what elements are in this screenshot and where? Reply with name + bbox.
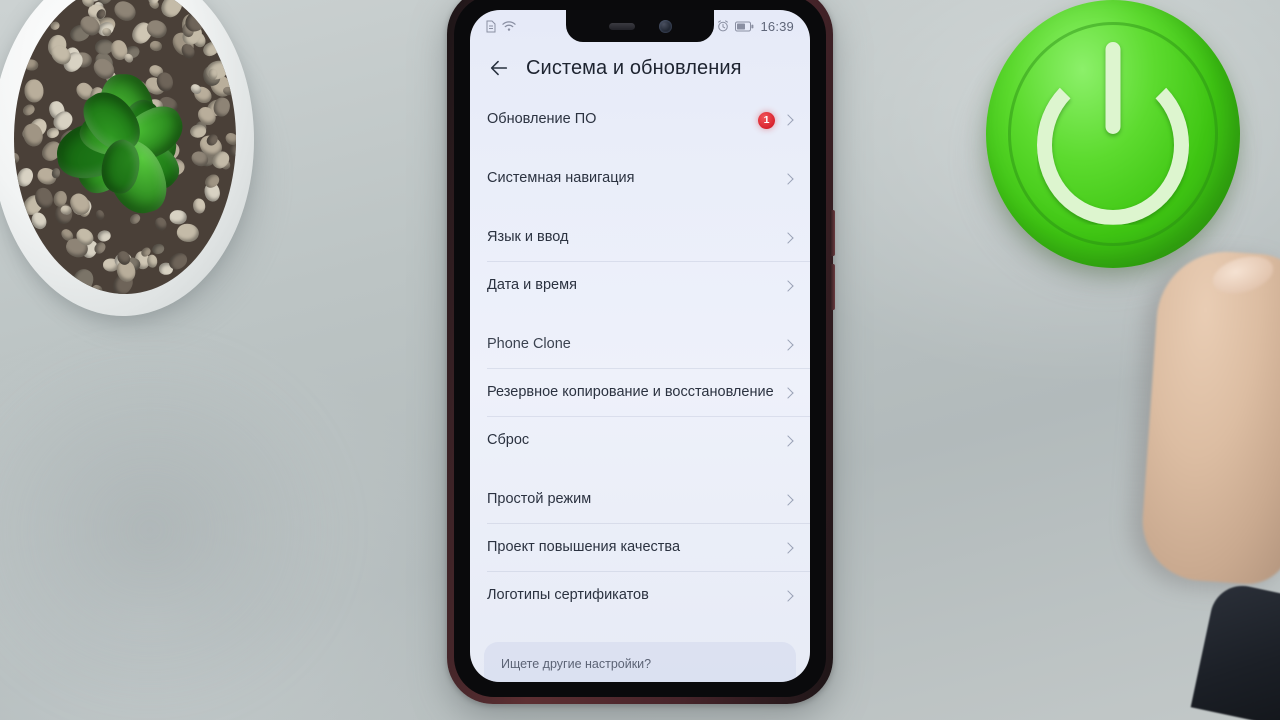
front-camera-icon [658,19,672,33]
settings-row-accessory [782,435,794,447]
settings-row-label: Обновление ПО [487,111,597,128]
settings-group: Простой режим Проект повышения качества Ло… [470,476,810,620]
status-bar-clock: 16:39 [760,18,794,34]
settings-row-label: Phone Clone [487,336,571,353]
gravel-stone [23,58,38,71]
settings-row[interactable]: Резервное копирование и восстановление [470,369,810,417]
gravel-stone [14,151,21,164]
pot-soil [14,0,236,294]
sim-card-icon [486,20,496,32]
settings-row-label: Сброс [487,432,530,449]
chevron-right-icon [782,435,794,447]
gravel-stone [14,165,37,189]
gravel-stone [21,102,38,117]
gravel-stone [111,0,140,25]
phone-screen: 16:39 Система и обновления Обновление ПО… [470,10,810,682]
settings-row-accessory [782,494,794,506]
chevron-right-icon [782,280,794,292]
alarm-icon [718,20,729,32]
settings-row-accessory [782,280,794,292]
desk-shadow [0,330,360,720]
chevron-right-icon [782,232,794,244]
succulent-plant [0,0,274,336]
settings-row-accessory [782,232,794,244]
settings-row-accessory [782,590,794,602]
gravel-stone [158,0,186,21]
power-symbol-disc [962,0,1262,292]
settings-row[interactable]: Простой режим [470,476,810,524]
volume-up-button[interactable] [830,210,835,256]
app-header: Система и обновления [470,44,810,92]
disc-body [986,0,1240,268]
phone-bezel: 16:39 Система и обновления Обновление ПО… [454,0,826,697]
other-settings-card: Ищете другие настройки?Специальные возмо… [484,642,796,682]
gravel-stone [208,68,218,80]
settings-row[interactable]: Обновление ПО 1 [470,96,810,144]
settings-group: Phone Clone Резервное копирование и восст… [470,321,810,465]
settings-row-label: Резервное копирование и восстановление [487,384,774,401]
settings-group: Язык и ввод Дата и время [470,214,810,310]
settings-row[interactable]: Системная навигация [470,155,810,203]
settings-row-label: Системная навигация [487,170,635,187]
chevron-right-icon [782,173,794,185]
chevron-right-icon [782,494,794,506]
settings-row-accessory [782,387,794,399]
settings-list: Обновление ПО 1 Системная навигация Язык и … [470,96,810,682]
display-notch [566,10,714,42]
gravel-stone [222,130,236,148]
settings-row-accessory [782,173,794,185]
settings-row[interactable]: Логотипы сертификатов [470,572,810,620]
chevron-right-icon [782,339,794,351]
chevron-right-icon [782,542,794,554]
settings-row[interactable]: Сброс [470,417,810,465]
gravel-stone [95,229,112,243]
page-title: Система и обновления [526,56,742,79]
settings-row-label: Логотипы сертификатов [487,587,649,604]
settings-row-label: Проект повышения качества [487,539,681,556]
wifi-icon [502,21,516,31]
notification-badge: 1 [758,111,775,129]
volume-down-button[interactable] [830,264,835,310]
chevron-right-icon [782,387,794,399]
hand-thumb [1138,247,1280,587]
succulent-rosette [41,61,209,229]
earpiece-speaker-icon [608,22,635,30]
back-arrow-icon[interactable] [488,57,510,79]
battery-icon [735,21,754,31]
status-bar-left [486,20,516,33]
settings-row-accessory [782,542,794,554]
settings-row-label: Дата и время [487,277,577,294]
gravel-stone [49,21,62,32]
settings-row[interactable]: Проект повышения качества [470,524,810,572]
chevron-right-icon [782,114,794,126]
settings-row-label: Язык и ввод [487,229,569,246]
settings-row-accessory [782,339,794,351]
settings-row-label: Простой режим [487,491,592,508]
chevron-right-icon [782,590,794,602]
other-settings-title: Ищете другие настройки? [501,657,652,671]
settings-row-accessory: 1 [758,111,794,129]
status-bar-right: 16:39 [717,19,794,34]
gravel-stone [148,40,163,53]
smartphone: 16:39 Система и обновления Обновление ПО… [447,0,835,704]
settings-row[interactable]: Дата и время [470,262,810,310]
settings-row[interactable]: Язык и ввод [470,214,810,262]
settings-group: Системная навигация [470,155,810,203]
gravel-stone [91,283,103,294]
settings-row[interactable]: Phone Clone [470,321,810,369]
power-icon-bar [1105,42,1121,134]
settings-group: Обновление ПО 1 [470,96,810,144]
